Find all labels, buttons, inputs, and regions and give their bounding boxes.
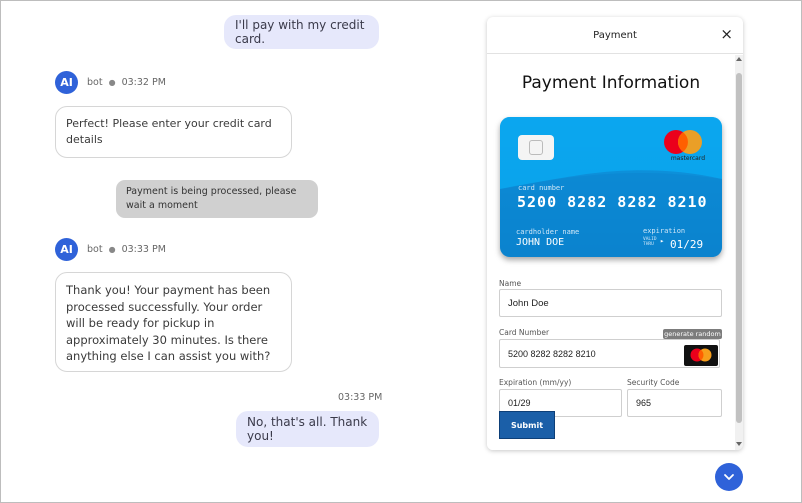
thru-label: THRU bbox=[643, 242, 654, 247]
bot-message-text: Perfect! Please enter your credit card d… bbox=[66, 117, 272, 146]
separator-dot: ● bbox=[108, 78, 116, 87]
card-chip-icon bbox=[518, 135, 554, 160]
avatar-text: AI bbox=[60, 243, 73, 256]
scrollbar-thumb[interactable] bbox=[736, 73, 742, 423]
payment-form-body: Payment Information mastercard card numb… bbox=[487, 55, 735, 450]
bot-message-meta: AI bot ● 03:33 PM bbox=[55, 238, 166, 261]
card-brand-text: mastercard bbox=[670, 155, 705, 162]
card-number: 5200 8282 8282 8210 bbox=[517, 193, 708, 211]
bot-timestamp: 03:32 PM bbox=[121, 77, 166, 88]
scroll-down-arrow-icon[interactable] bbox=[736, 442, 742, 446]
cardholder-name: JOHN DOE bbox=[516, 237, 565, 248]
bot-avatar: AI bbox=[55, 238, 78, 261]
chevron-down-icon bbox=[724, 474, 734, 480]
close-icon[interactable]: × bbox=[720, 27, 733, 42]
bot-message: Perfect! Please enter your credit card d… bbox=[55, 106, 292, 158]
expiration-input-value: 01/29 bbox=[508, 398, 531, 408]
system-message: Payment is being processed, please wait … bbox=[116, 180, 318, 218]
mastercard-logo bbox=[664, 130, 702, 154]
cardholder-label: cardholder name bbox=[516, 228, 580, 236]
card-number-field-label: Card Number bbox=[499, 328, 550, 337]
bot-avatar: AI bbox=[55, 71, 78, 94]
bot-message: Thank you! Your payment has been process… bbox=[55, 272, 292, 372]
scroll-up-arrow-icon[interactable] bbox=[736, 57, 742, 61]
submit-button[interactable]: Submit bbox=[499, 411, 555, 439]
system-message-text: Payment is being processed, please wait … bbox=[126, 186, 297, 211]
bot-name: bot bbox=[87, 244, 103, 255]
name-input-value: John Doe bbox=[508, 297, 549, 309]
generate-random-button[interactable]: generate random bbox=[663, 329, 722, 339]
payment-title: Payment Information bbox=[521, 73, 701, 93]
user-message-text: No, that's all. Thank you! bbox=[247, 415, 368, 443]
user-message: I'll pay with my credit card. bbox=[224, 15, 379, 49]
bot-message-meta: AI bot ● 03:32 PM bbox=[55, 71, 166, 94]
user-message-text: I'll pay with my credit card. bbox=[235, 18, 365, 46]
card-number-input-value: 5200 8282 8282 8210 bbox=[508, 348, 596, 359]
card-number-label: card number bbox=[518, 184, 565, 192]
separator-dot: ● bbox=[108, 245, 116, 254]
security-code-input-value: 965 bbox=[636, 398, 652, 408]
expiration-label: expiration bbox=[643, 227, 686, 235]
scroll-to-bottom-button[interactable] bbox=[715, 463, 743, 491]
payment-panel: Payment × Payment Information mastercard… bbox=[487, 17, 743, 450]
valid-thru-label: VALID THRU bbox=[643, 237, 657, 247]
user-message: No, that's all. Thank you! bbox=[236, 411, 379, 447]
panel-title: Payment bbox=[593, 29, 637, 41]
panel-header: Payment × bbox=[487, 17, 743, 54]
card-expiration: 01/29 bbox=[670, 238, 704, 251]
bot-timestamp: 03:33 PM bbox=[121, 244, 166, 255]
security-code-input[interactable]: 965 bbox=[627, 389, 722, 417]
name-label: Name bbox=[499, 279, 522, 288]
expiration-field-label: Expiration (mm/yy) bbox=[499, 378, 572, 387]
mastercard-icon bbox=[684, 345, 718, 366]
credit-card-preview: mastercard card number 5200 8282 8282 82… bbox=[500, 117, 722, 257]
security-code-field-label: Security Code bbox=[627, 378, 680, 387]
avatar-text: AI bbox=[60, 76, 73, 89]
bot-name: bot bbox=[87, 77, 103, 88]
user-timestamp: 03:33 PM bbox=[338, 392, 383, 403]
expiration-arrow-icon: ▸ bbox=[660, 237, 665, 245]
name-input[interactable]: John Doe bbox=[499, 289, 722, 317]
bot-message-text: Thank you! Your payment has been process… bbox=[66, 283, 271, 363]
